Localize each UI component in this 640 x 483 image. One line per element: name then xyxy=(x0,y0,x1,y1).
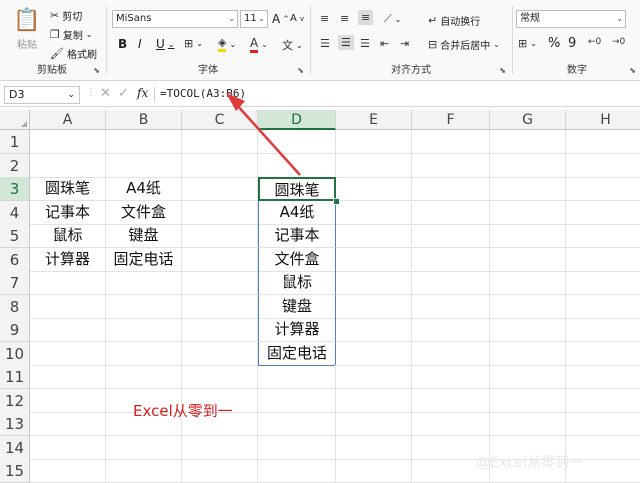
annotation-text: Excel从零到一 xyxy=(133,402,233,420)
watermark: @Excel从零到一 xyxy=(476,455,584,471)
arrow-line xyxy=(235,103,301,176)
annotation-arrow xyxy=(226,93,301,176)
arrow-head xyxy=(226,93,245,111)
